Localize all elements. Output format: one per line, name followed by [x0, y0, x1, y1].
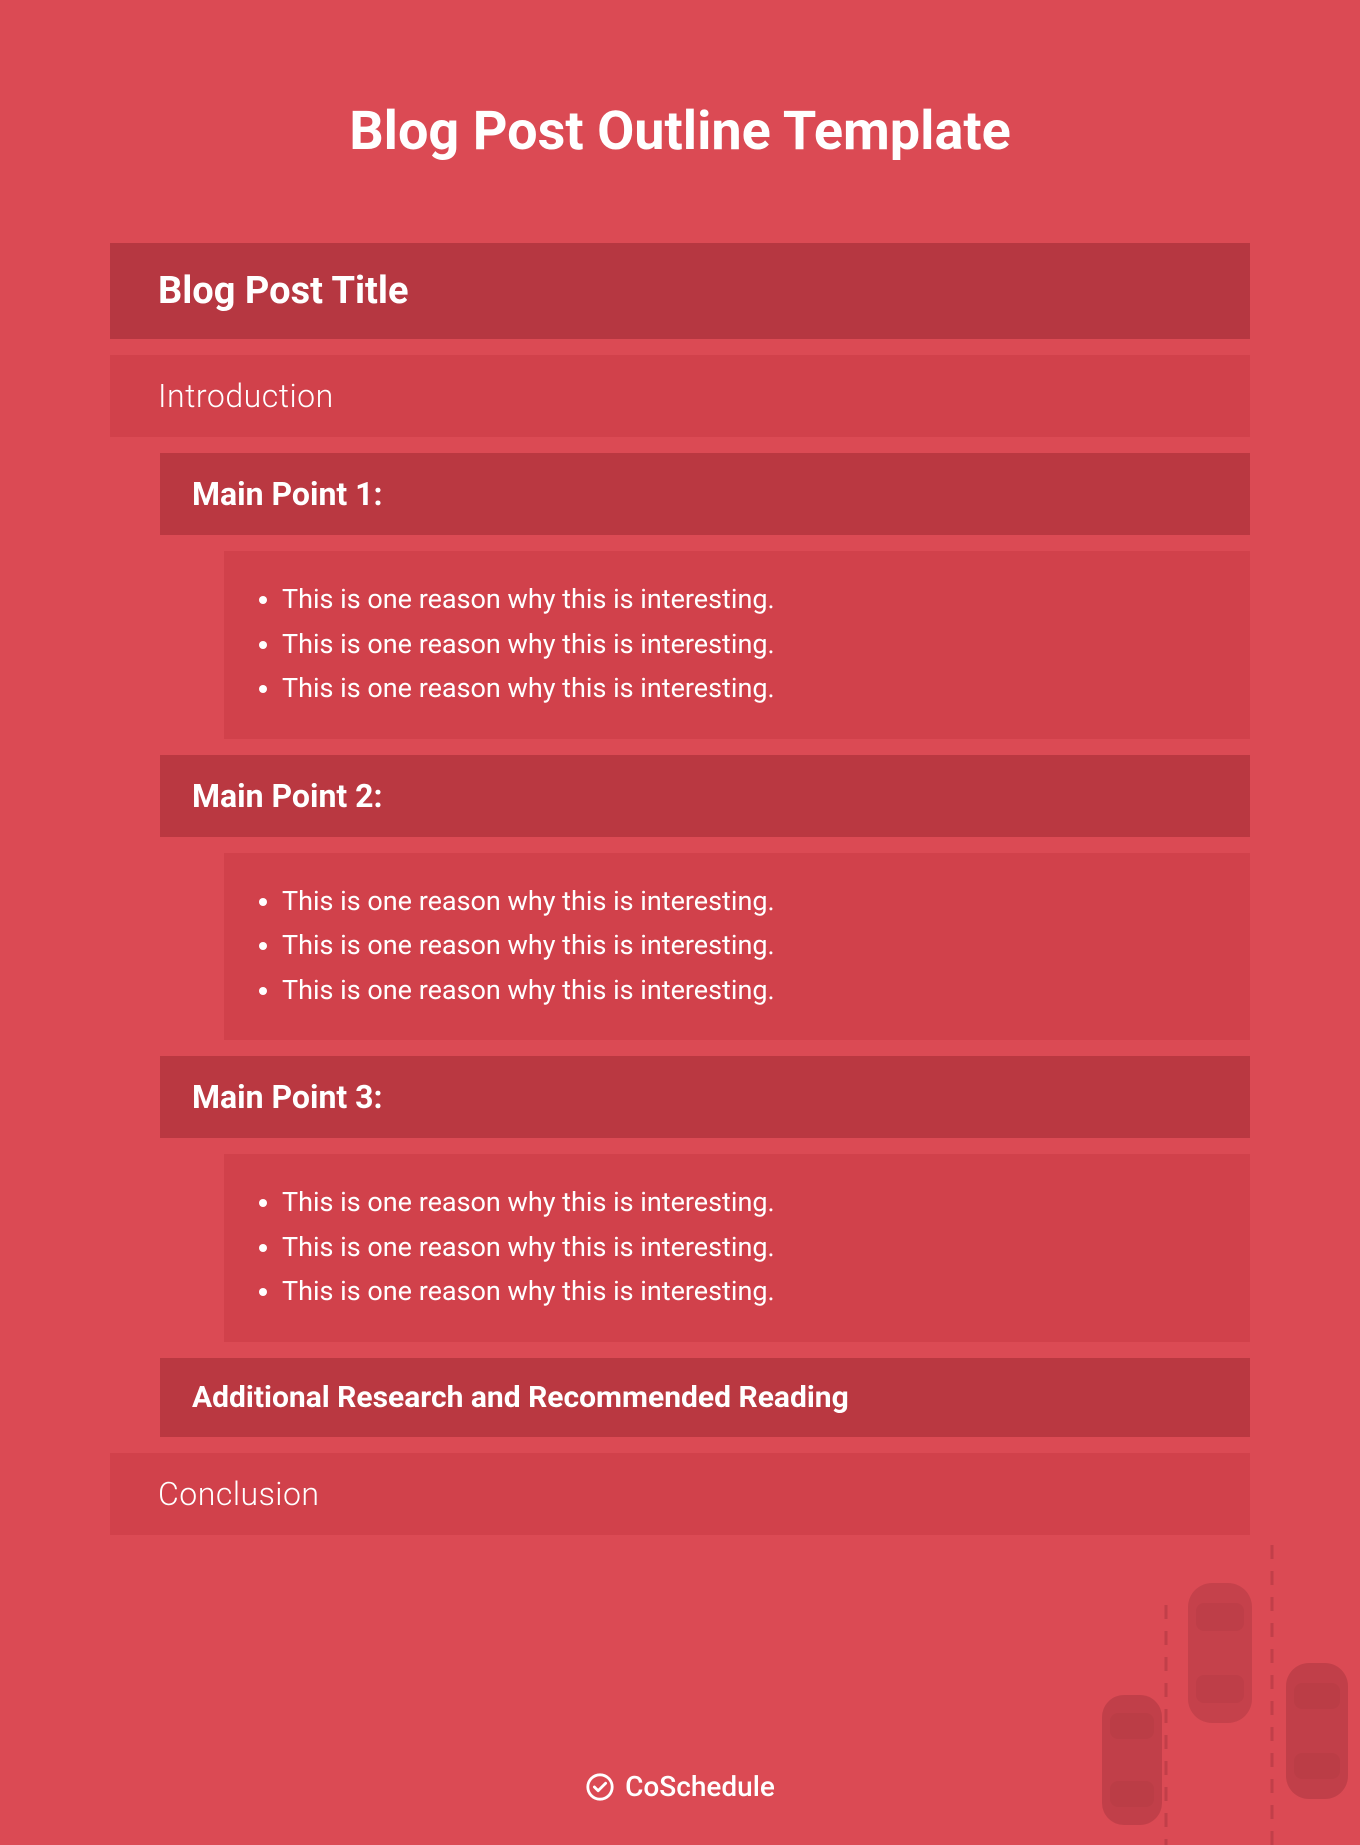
reason-item: This is one reason why this is interesti… [282, 1269, 1220, 1314]
reason-item: This is one reason why this is interesti… [282, 1180, 1220, 1225]
brand-name: CoSchedule [625, 1770, 775, 1803]
reason-item: This is one reason why this is interesti… [282, 622, 1220, 667]
coschedule-logo-icon [585, 1772, 615, 1802]
main-point-1-heading: Main Point 1: [160, 453, 1250, 535]
main-point-3-heading: Main Point 3: [160, 1056, 1250, 1138]
introduction-band: Introduction [110, 355, 1250, 437]
main-point-2-heading: Main Point 2: [160, 755, 1250, 837]
reason-item: This is one reason why this is interesti… [282, 666, 1220, 711]
main-point-1-reasons: This is one reason why this is interesti… [224, 551, 1250, 739]
reason-item: This is one reason why this is interesti… [282, 923, 1220, 968]
reason-item: This is one reason why this is interesti… [282, 1225, 1220, 1270]
main-point-3-reasons: This is one reason why this is interesti… [224, 1154, 1250, 1342]
blog-post-title-band: Blog Post Title [110, 243, 1250, 339]
outline-content: Blog Post Title Introduction Main Point … [0, 243, 1360, 1535]
additional-research-band: Additional Research and Recommended Read… [160, 1358, 1250, 1437]
reason-item: This is one reason why this is interesti… [282, 879, 1220, 924]
reason-item: This is one reason why this is interesti… [282, 577, 1220, 622]
reason-item: This is one reason why this is interesti… [282, 968, 1220, 1013]
conclusion-band: Conclusion [110, 1453, 1250, 1535]
page-title: Blog Post Outline Template [0, 0, 1360, 243]
main-point-2-reasons: This is one reason why this is interesti… [224, 853, 1250, 1041]
brand-footer: CoSchedule [0, 1770, 1360, 1803]
